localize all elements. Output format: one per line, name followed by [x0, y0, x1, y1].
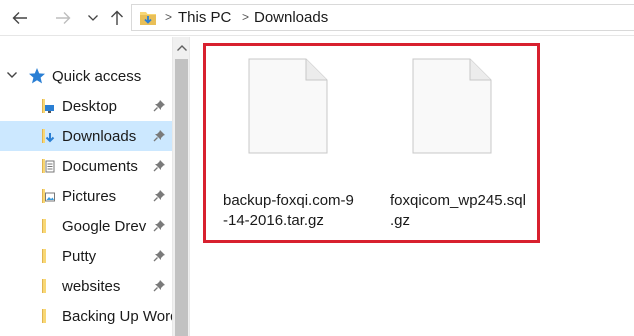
file-name-line: -14-2016.tar.gz — [223, 212, 324, 229]
quick-access-item[interactable]: Quick access — [0, 61, 172, 91]
file-name-line: foxqicom_wp245.sql — [390, 192, 526, 209]
scroll-up-arrow-icon[interactable] — [176, 44, 188, 52]
blank-file-icon — [248, 58, 328, 154]
quick-access-label: Quick access — [52, 68, 142, 85]
pin-icon[interactable] — [153, 279, 166, 292]
documents-folder-icon — [42, 159, 55, 173]
sidebar-item-google-drev[interactable]: Google Drev — [0, 211, 172, 241]
sidebar-item-putty[interactable]: Putty — [0, 241, 172, 271]
forward-button[interactable] — [52, 7, 74, 29]
sidebar-item-label: Downloads — [62, 128, 137, 145]
breadcrumb-separator[interactable]: > — [242, 10, 249, 24]
back-button[interactable] — [9, 7, 31, 29]
nav-pane-scrollbar[interactable] — [172, 37, 190, 336]
arrow-right-icon — [56, 12, 71, 24]
file-name-line: backup-foxqi.com-9 — [223, 192, 354, 209]
chevron-down-icon — [88, 15, 98, 21]
file-list-area[interactable]: backup-foxqi.com-9 -14-2016.tar.gz foxqi… — [190, 37, 634, 336]
file-name: foxqicom_wp245.sql .gz — [390, 191, 540, 231]
pin-icon[interactable] — [153, 159, 166, 172]
folder-icon — [42, 219, 46, 233]
folder-icon — [42, 309, 46, 323]
sidebar-item-label: websites — [62, 278, 121, 295]
sidebar-item-label: Desktop — [62, 98, 118, 115]
pin-icon[interactable] — [153, 99, 166, 112]
folder-icon — [42, 279, 46, 293]
file-name: backup-foxqi.com-9 -14-2016.tar.gz — [223, 191, 373, 231]
breadcrumb-separator: > — [165, 10, 173, 24]
sidebar-item-label: Putty — [62, 248, 97, 265]
navigation-pane: Quick access Desktop Downloads Documents… — [0, 37, 172, 336]
sidebar-item-documents[interactable]: Documents — [0, 151, 172, 181]
sidebar-item-label: Documents — [62, 158, 138, 175]
pictures-folder-icon — [42, 189, 55, 203]
scrollbar-thumb[interactable] — [175, 59, 188, 336]
downloads-folder-icon — [140, 12, 156, 25]
address-path-box[interactable]: > This PC > Downloads — [131, 4, 634, 31]
downloads-folder-icon — [42, 129, 55, 143]
sidebar-item-pictures[interactable]: Pictures — [0, 181, 172, 211]
breadcrumb-this-pc[interactable]: This PC — [178, 9, 231, 26]
blank-file-icon — [412, 58, 492, 154]
address-bar: > This PC > Downloads — [0, 0, 634, 36]
arrow-up-icon — [111, 10, 123, 25]
pin-icon[interactable] — [153, 219, 166, 232]
sidebar-item-downloads[interactable]: Downloads — [0, 121, 172, 151]
pin-icon[interactable] — [153, 189, 166, 202]
arrow-left-icon — [12, 12, 27, 24]
chevron-down-icon[interactable] — [6, 71, 18, 79]
folder-icon — [42, 249, 46, 263]
file-name-line: .gz — [390, 212, 411, 229]
sidebar-item-desktop[interactable]: Desktop — [0, 91, 172, 121]
sidebar-item-websites[interactable]: websites — [0, 271, 172, 301]
desktop-folder-icon — [42, 99, 54, 113]
sidebar-item-label: Backing Up Word — [62, 308, 172, 325]
breadcrumb-downloads[interactable]: Downloads — [254, 9, 328, 26]
sidebar-item-label: Google Drev — [62, 218, 147, 235]
pin-icon[interactable] — [153, 249, 166, 262]
sidebar-item-label: Pictures — [62, 188, 117, 205]
pin-icon[interactable] — [153, 129, 166, 142]
star-icon — [29, 68, 45, 84]
sidebar-item-backing-up-word[interactable]: Backing Up Word — [0, 301, 172, 331]
recent-locations-button[interactable] — [82, 7, 104, 29]
up-button[interactable] — [106, 7, 128, 29]
